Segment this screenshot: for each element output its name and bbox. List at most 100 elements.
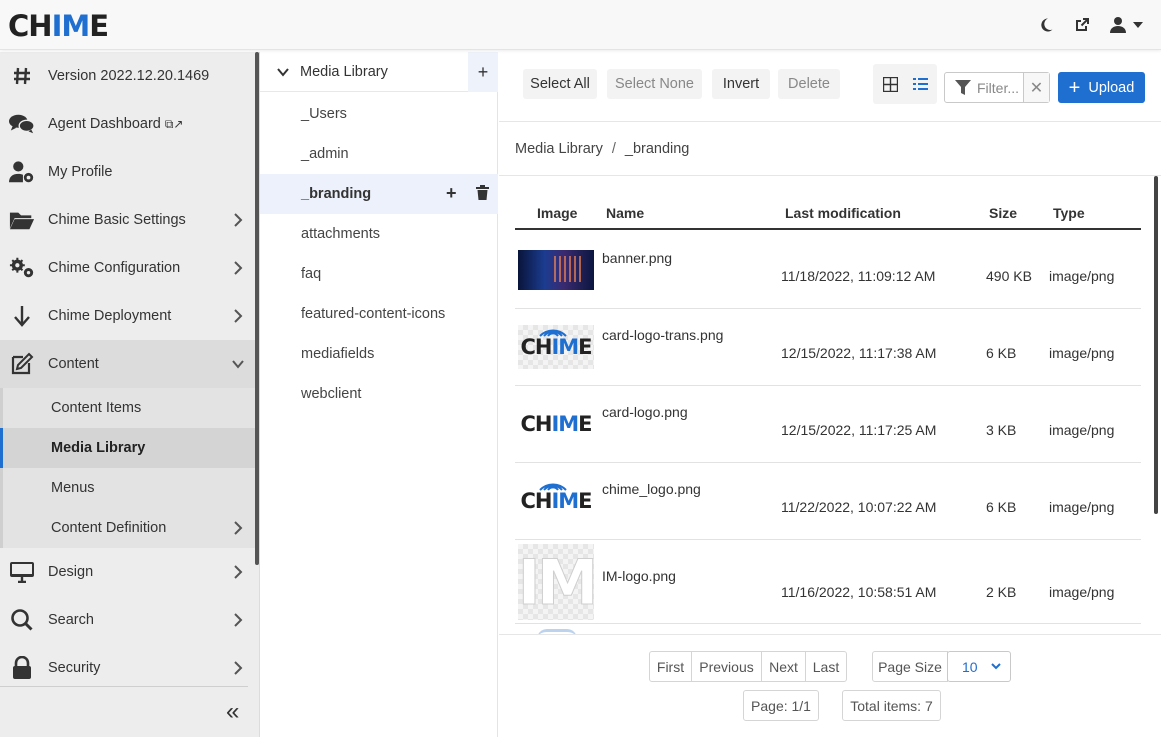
col-size[interactable]: Size <box>989 205 1017 221</box>
sidebar-sub-media-library[interactable]: Media Library <box>0 428 255 468</box>
sidebar-item-design[interactable]: Design <box>0 548 255 596</box>
select-none-button[interactable]: Select None <box>607 69 702 99</box>
invert-button[interactable]: Invert <box>712 69 770 99</box>
upload-button[interactable]: + Upload <box>1058 72 1145 103</box>
table-row[interactable]: CHIME card-logo-trans.png 12/15/2022, 11… <box>515 309 1141 386</box>
chevron-down-icon <box>991 663 1001 670</box>
collapse-sidebar-icon[interactable]: « <box>226 698 239 726</box>
chime-logo[interactable]: CHIME <box>8 10 109 42</box>
next-page-button[interactable]: Next <box>761 651 806 682</box>
sidebar-item-chime-configuration[interactable]: Chime Configuration <box>0 244 255 292</box>
tree-folder[interactable]: faq <box>260 254 498 294</box>
tree-folder[interactable]: attachments <box>260 214 498 254</box>
tree-root-media-library[interactable]: Media Library + <box>260 52 498 92</box>
sidebar-scrollbar[interactable] <box>255 52 259 565</box>
grid-view-icon[interactable] <box>881 75 899 93</box>
col-image[interactable]: Image <box>537 205 577 221</box>
file-modified: 11/22/2022, 10:07:22 AM <box>781 499 937 515</box>
header-actions <box>1035 14 1145 36</box>
page-size-value: 10 <box>962 658 978 675</box>
add-subfolder-icon[interactable]: + <box>446 183 457 204</box>
tree-folder[interactable]: _Users <box>260 94 498 134</box>
col-name[interactable]: Name <box>606 205 644 221</box>
file-type: image/png <box>1049 268 1115 284</box>
sidebar-item-label: Chime Configuration <box>48 260 181 276</box>
sidebar-item-label: Media Library <box>51 440 146 456</box>
file-name[interactable]: IM-logo.png <box>602 568 676 584</box>
file-modified: 11/18/2022, 11:09:12 AM <box>781 268 936 284</box>
sidebar-item-chime-basic-settings[interactable]: Chime Basic Settings <box>0 196 255 244</box>
breadcrumb-root[interactable]: Media Library <box>515 141 603 157</box>
sidebar-item-my-profile[interactable]: My Profile <box>0 148 255 196</box>
table-row[interactable]: banner.png 11/18/2022, 11:09:12 AM 490 K… <box>515 232 1141 309</box>
table-row[interactable]: CHIME card-logo.png 12/15/2022, 11:17:25… <box>515 386 1141 463</box>
table-header: Image Name Last modification Size Type <box>515 196 1141 230</box>
tree-folder-label: webclient <box>301 386 362 402</box>
chevron-right-icon <box>234 213 243 227</box>
page-size-label: Page Size <box>872 651 948 682</box>
sidebar: Version 2022.12.20.1469 Agent Dashboard … <box>0 52 260 737</box>
sidebar-item-search[interactable]: Search <box>0 596 255 644</box>
folder-open-icon <box>9 208 35 232</box>
upload-label: Upload <box>1088 79 1135 96</box>
tree-folder[interactable]: webclient <box>260 374 498 414</box>
file-size: 2 KB <box>986 584 1017 600</box>
add-folder-icon[interactable]: + <box>468 52 498 92</box>
im-logo-thumbnail: IM <box>518 545 594 619</box>
file-name[interactable]: chime_logo.png <box>602 481 701 497</box>
file-name[interactable]: banner.png <box>602 250 672 266</box>
thumbnail-image[interactable]: IM <box>518 544 594 620</box>
file-name[interactable]: card-logo-trans.png <box>602 327 723 343</box>
chevron-right-icon <box>234 613 243 627</box>
table-scrollbar[interactable] <box>1154 176 1158 514</box>
tree-folder-label: attachments <box>301 226 380 242</box>
tree-folder[interactable]: mediafields <box>260 334 498 374</box>
clear-filter-icon[interactable]: ✕ <box>1023 73 1049 102</box>
sidebar-item-label: Design <box>48 564 94 580</box>
first-page-button[interactable]: First <box>649 651 692 682</box>
previous-page-button[interactable]: Previous <box>691 651 762 682</box>
col-type[interactable]: Type <box>1053 205 1085 221</box>
table-row[interactable]: IM IM-logo.png 11/16/2022, 10:58:51 AM 2… <box>515 540 1141 624</box>
delete-button[interactable]: Delete <box>778 69 840 99</box>
file-type: image/png <box>1049 499 1115 515</box>
moon-icon[interactable] <box>1035 14 1057 36</box>
tree-folder-selected[interactable]: _branding + <box>260 174 498 214</box>
filter-box: Filter... ✕ <box>944 72 1050 103</box>
thumbnail-image[interactable]: CHIME <box>518 325 594 369</box>
file-modified: 12/15/2022, 11:17:25 AM <box>781 422 937 438</box>
sidebar-item-chime-deployment[interactable]: Chime Deployment <box>0 292 255 340</box>
sidebar-item-agent-dashboard[interactable]: Agent Dashboard ⧉↗ <box>0 100 255 148</box>
file-modified: 11/16/2022, 10:58:51 AM <box>781 584 937 600</box>
select-all-button[interactable]: Select All <box>523 69 597 99</box>
table-row[interactable]: CHIME chime_logo.png 11/22/2022, 10:07:2… <box>515 463 1141 540</box>
file-name[interactable]: card-logo.png <box>602 404 688 420</box>
external-link-icon[interactable] <box>1071 14 1093 36</box>
sidebar-sub-content-items[interactable]: Content Items <box>0 388 255 428</box>
trash-icon[interactable] <box>476 185 489 205</box>
sidebar-item-content[interactable]: Content <box>0 340 255 388</box>
breadcrumb: Media Library / _branding <box>515 141 689 157</box>
sidebar-item-label: Chime Basic Settings <box>48 212 186 228</box>
filter-input[interactable]: Filter... <box>977 80 1019 96</box>
last-page-button[interactable]: Last <box>805 651 847 682</box>
sidebar-item-label: Version 2022.12.20.1469 <box>48 68 210 84</box>
user-icon[interactable] <box>1107 14 1145 36</box>
sidebar-item-version[interactable]: Version 2022.12.20.1469 <box>0 52 255 100</box>
thumbnail-image[interactable]: CHIME <box>518 404 594 444</box>
monitor-icon <box>9 560 35 584</box>
page-size-select[interactable]: 10 <box>947 651 1011 682</box>
thumbnail-image[interactable] <box>518 250 594 290</box>
tree-folder[interactable]: featured-content-icons <box>260 294 498 334</box>
hash-icon <box>9 64 35 88</box>
col-last-modification[interactable]: Last modification <box>785 205 901 221</box>
list-view-icon[interactable] <box>911 75 929 93</box>
view-toggle <box>873 64 937 104</box>
sidebar-item-label: Content Items <box>51 400 142 416</box>
tree-folder[interactable]: _admin <box>260 134 498 174</box>
chime-logo-thumbnail: CHIME <box>520 412 592 436</box>
sidebar-item-security[interactable]: Security <box>0 644 255 692</box>
sidebar-sub-menus[interactable]: Menus <box>0 468 255 508</box>
thumbnail-image[interactable]: CHIME <box>518 481 594 521</box>
sidebar-sub-content-definition[interactable]: Content Definition <box>0 508 255 548</box>
